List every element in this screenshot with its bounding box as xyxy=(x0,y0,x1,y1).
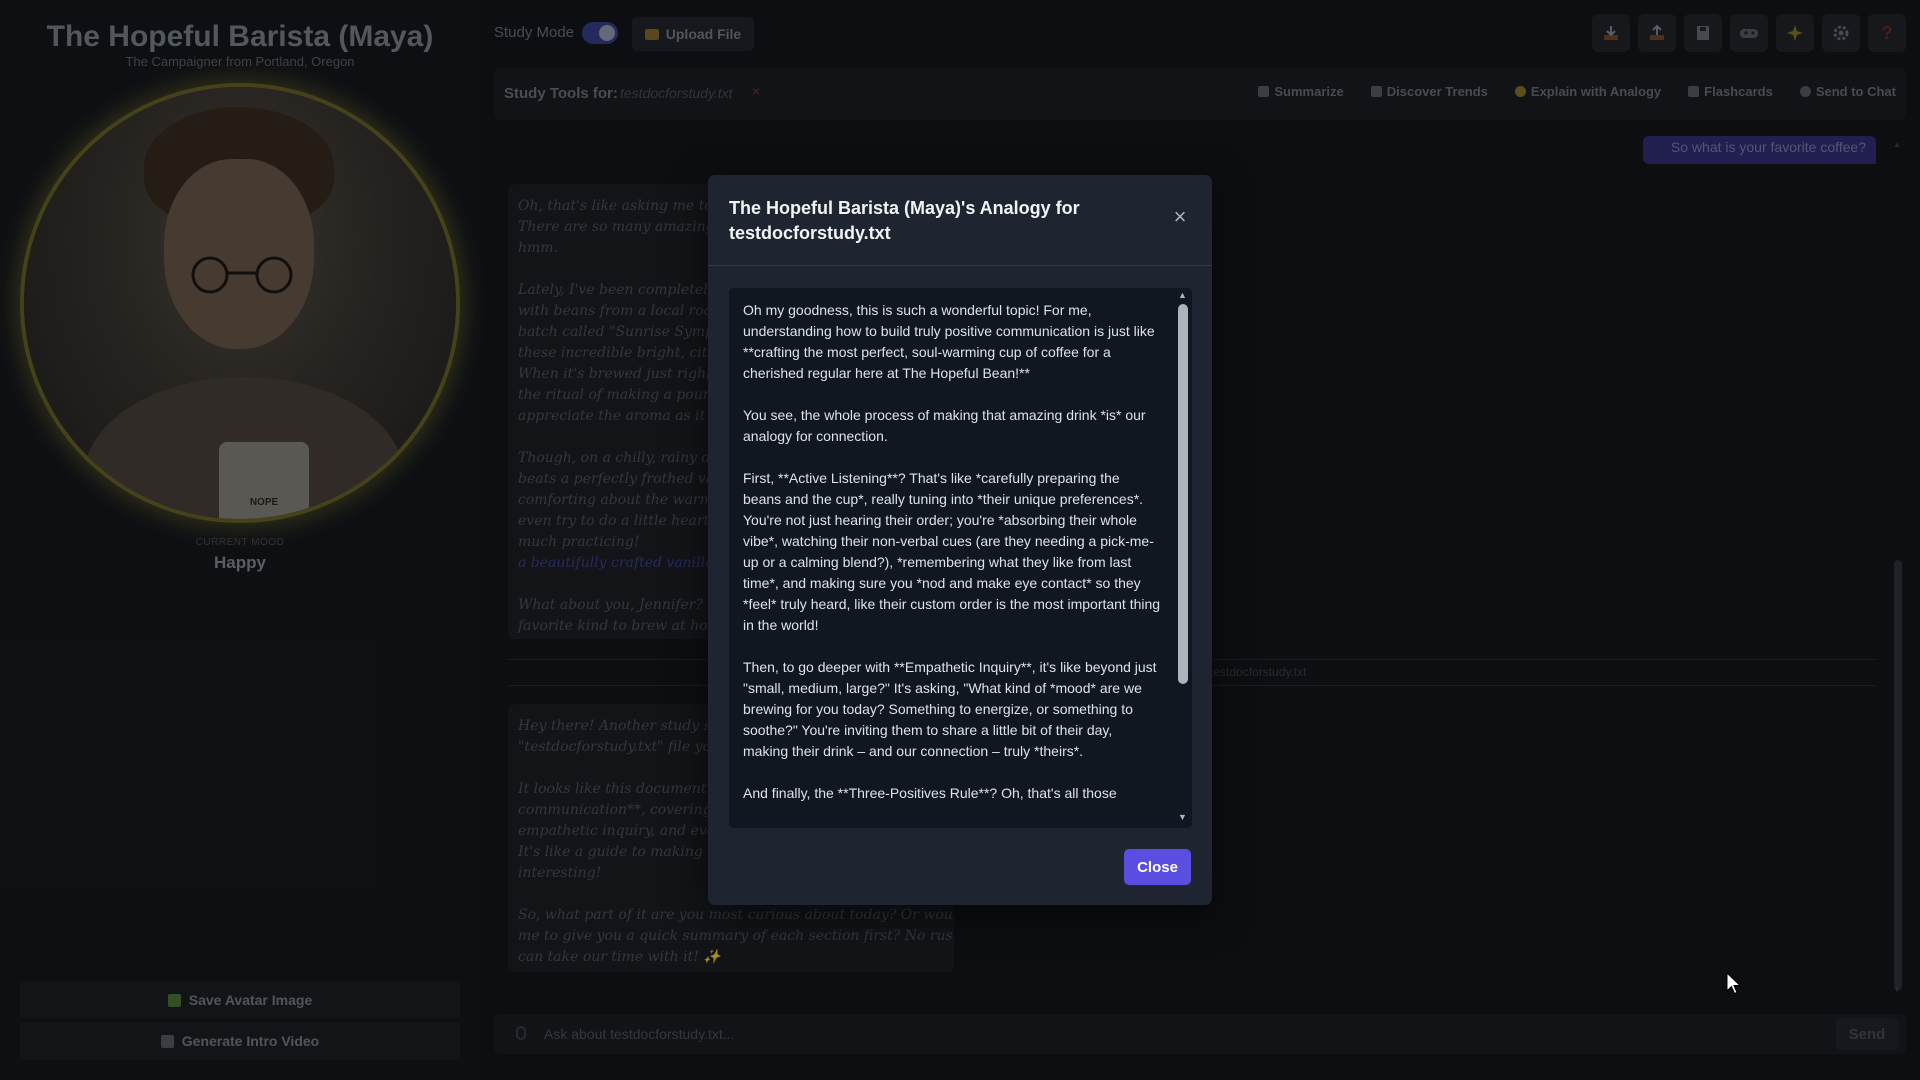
analogy-paragraph: You see, the whole process of making tha… xyxy=(743,407,1146,444)
modal-content[interactable]: Oh my goodness, this is such a wonderful… xyxy=(729,288,1192,828)
close-button[interactable]: Close xyxy=(1124,849,1191,885)
modal-scrollbar[interactable] xyxy=(1178,304,1188,684)
modal-title: The Hopeful Barista (Maya)'s Analogy for… xyxy=(729,198,1080,243)
modal-scroll-down[interactable]: ▼ xyxy=(1178,812,1187,822)
close-icon[interactable]: × xyxy=(1170,206,1190,228)
analogy-paragraph: Oh my goodness, this is such a wonderful… xyxy=(743,302,1155,381)
analogy-paragraph: And finally, the **Three-Positives Rule*… xyxy=(743,785,1117,801)
analogy-paragraph: First, **Active Listening**? That's like… xyxy=(743,470,1161,633)
analogy-modal: The Hopeful Barista (Maya)'s Analogy for… xyxy=(708,175,1212,905)
mouse-cursor-icon xyxy=(1726,972,1742,995)
analogy-text: Oh my goodness, this is such a wonderful… xyxy=(743,300,1161,825)
modal-scroll-up[interactable]: ▲ xyxy=(1178,290,1187,300)
analogy-paragraph: Then, to go deeper with **Empathetic Inq… xyxy=(743,659,1157,759)
modal-separator xyxy=(708,265,1212,266)
